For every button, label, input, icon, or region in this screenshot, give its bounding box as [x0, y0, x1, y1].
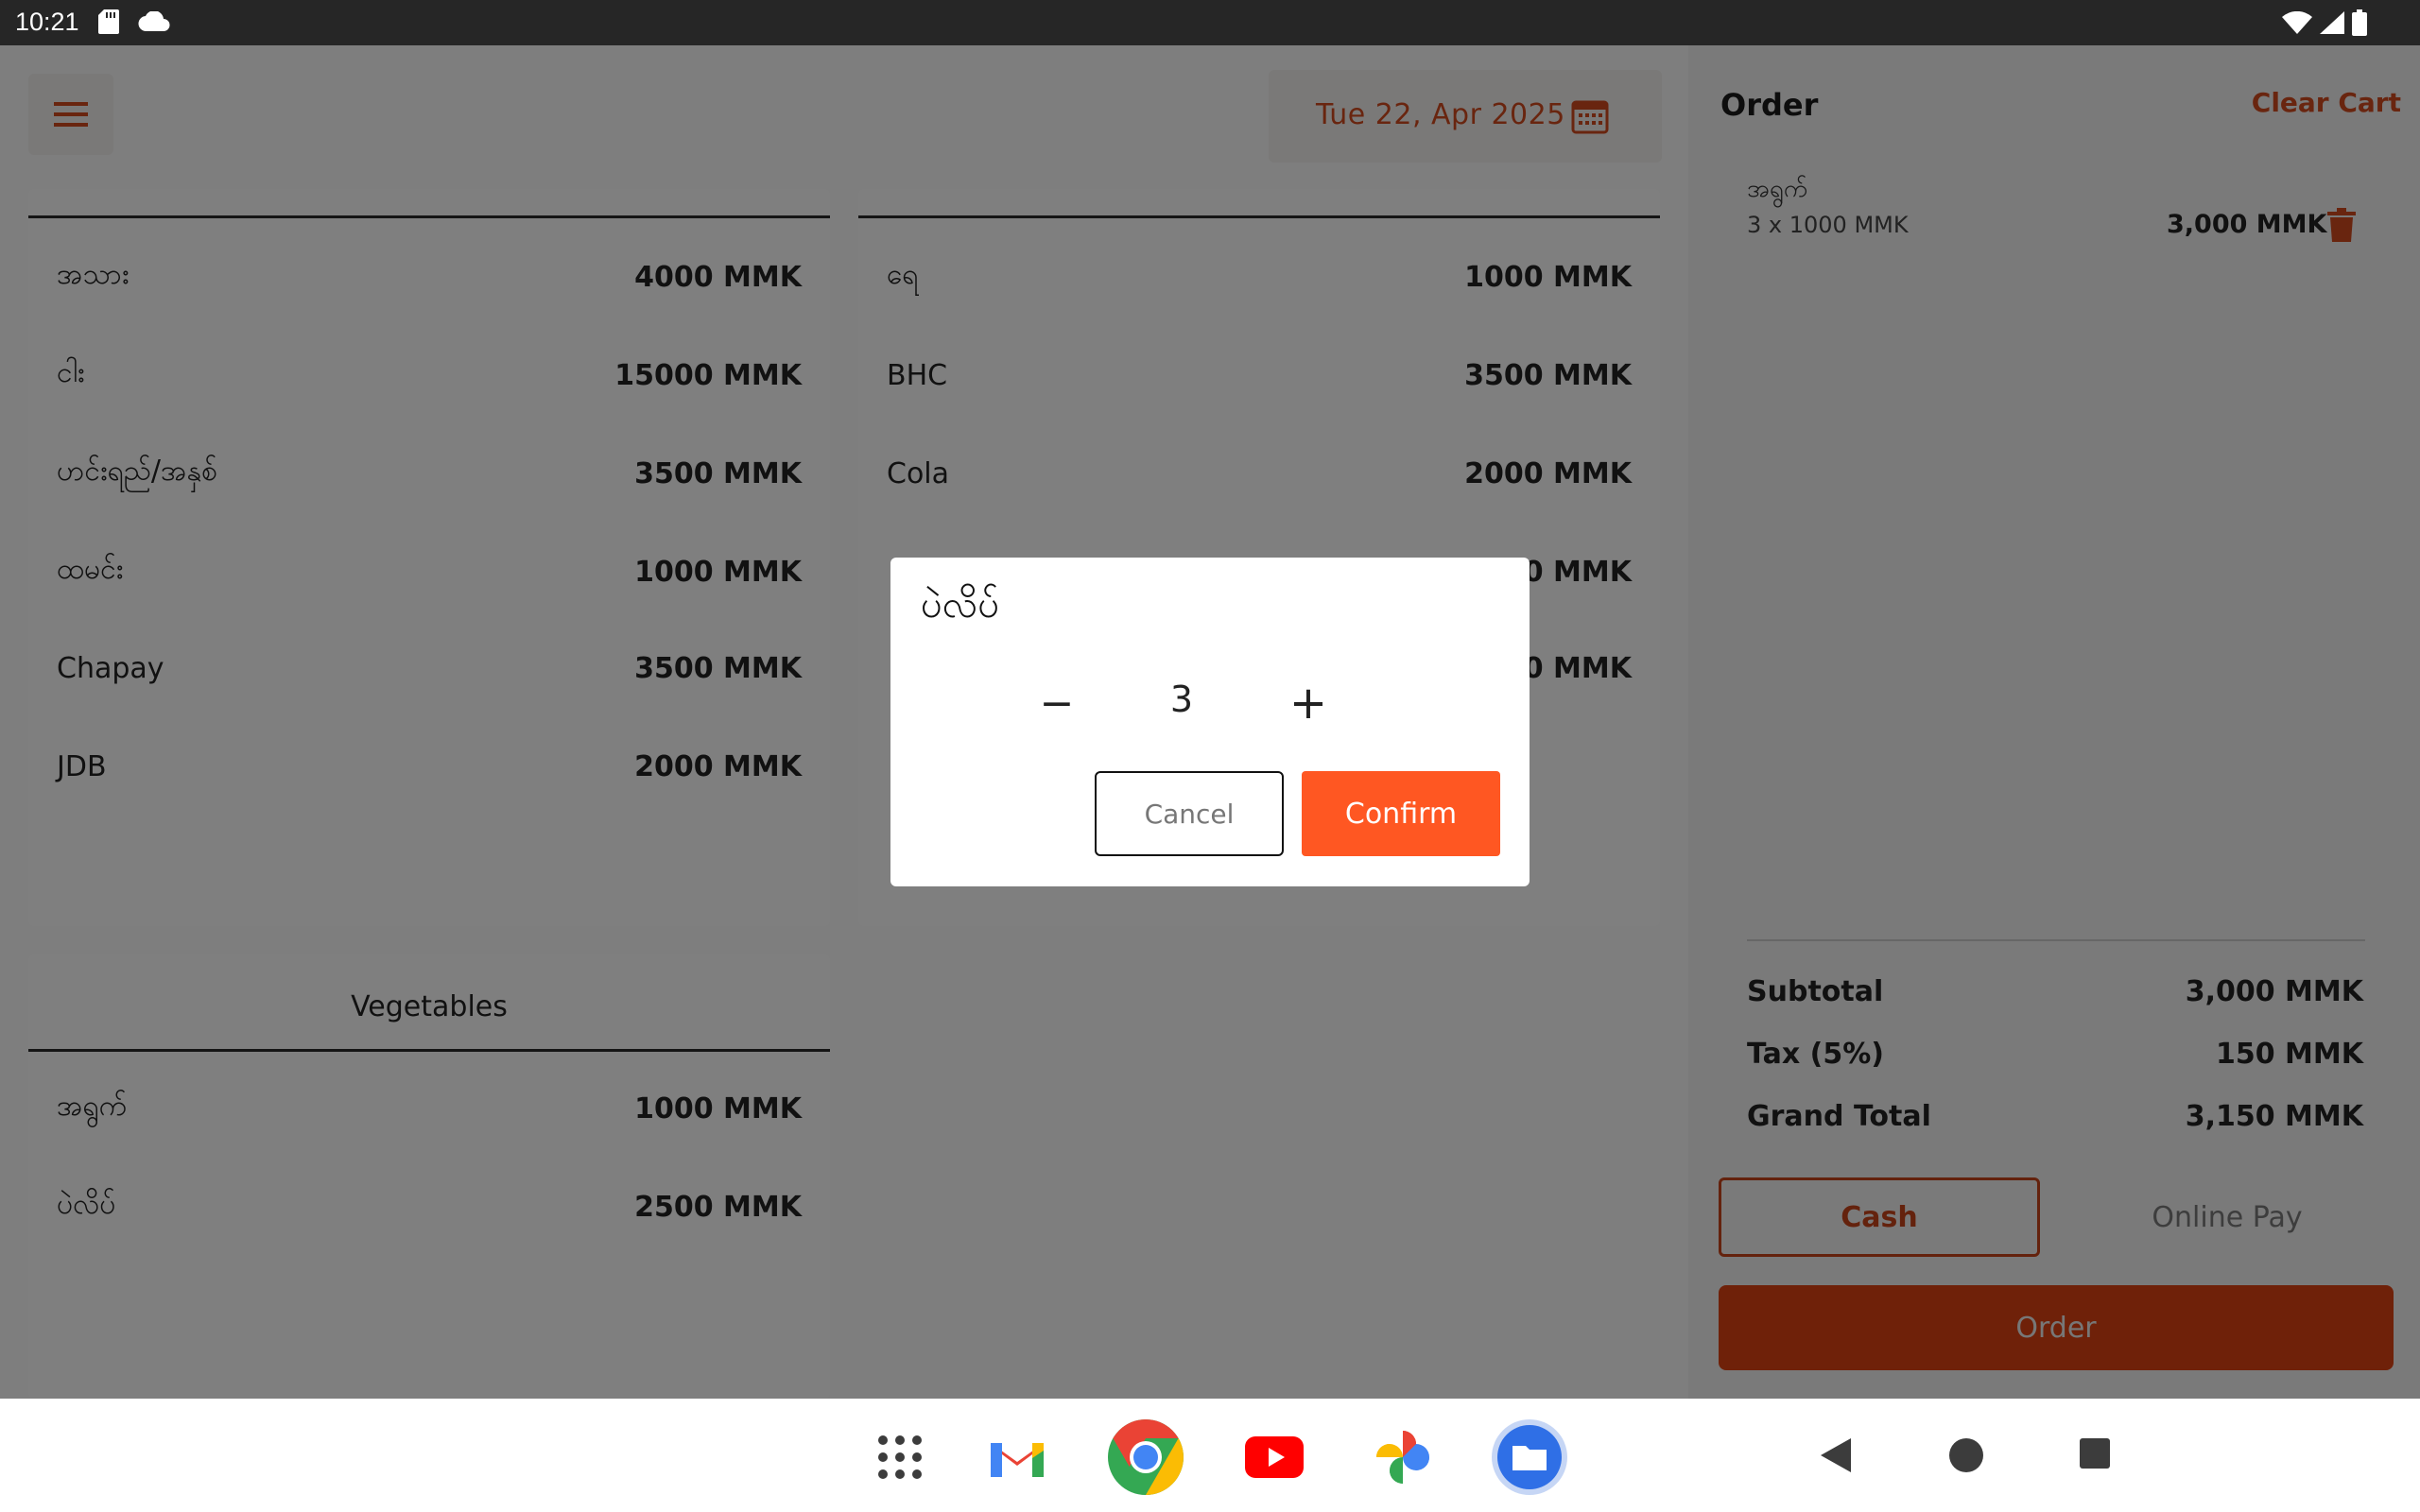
recents-icon[interactable]: [2078, 1436, 2112, 1474]
photos-icon[interactable]: [1365, 1419, 1441, 1495]
files-icon[interactable]: [1492, 1419, 1567, 1495]
back-icon[interactable]: [1819, 1436, 1853, 1478]
cancel-button[interactable]: Cancel: [1095, 771, 1284, 856]
chrome-icon[interactable]: [1108, 1419, 1184, 1495]
wifi-icon: [2282, 10, 2312, 38]
gmail-icon[interactable]: [979, 1419, 1055, 1495]
app-drawer-icon[interactable]: [862, 1419, 938, 1495]
quantity-value: 3: [1169, 679, 1194, 720]
confirm-button[interactable]: Confirm: [1302, 771, 1500, 856]
status-bar: 10:21: [0, 0, 2420, 45]
increment-button[interactable]: +: [1274, 669, 1342, 737]
dialog-title: ပဲလိပ်: [921, 583, 1000, 627]
cell-signal-icon: [2320, 11, 2344, 38]
decrement-button[interactable]: −: [1023, 669, 1091, 737]
battery-icon: [2352, 9, 2367, 40]
cloud-icon: [138, 10, 170, 36]
status-time: 10:21: [15, 8, 79, 36]
navigation-bar: [0, 1399, 2420, 1512]
quantity-dialog: ပဲလိပ် − 3 + Cancel Confirm: [890, 558, 1530, 886]
home-icon[interactable]: [1947, 1436, 1985, 1478]
sd-card-icon: [98, 9, 119, 38]
youtube-icon[interactable]: [1236, 1419, 1312, 1495]
